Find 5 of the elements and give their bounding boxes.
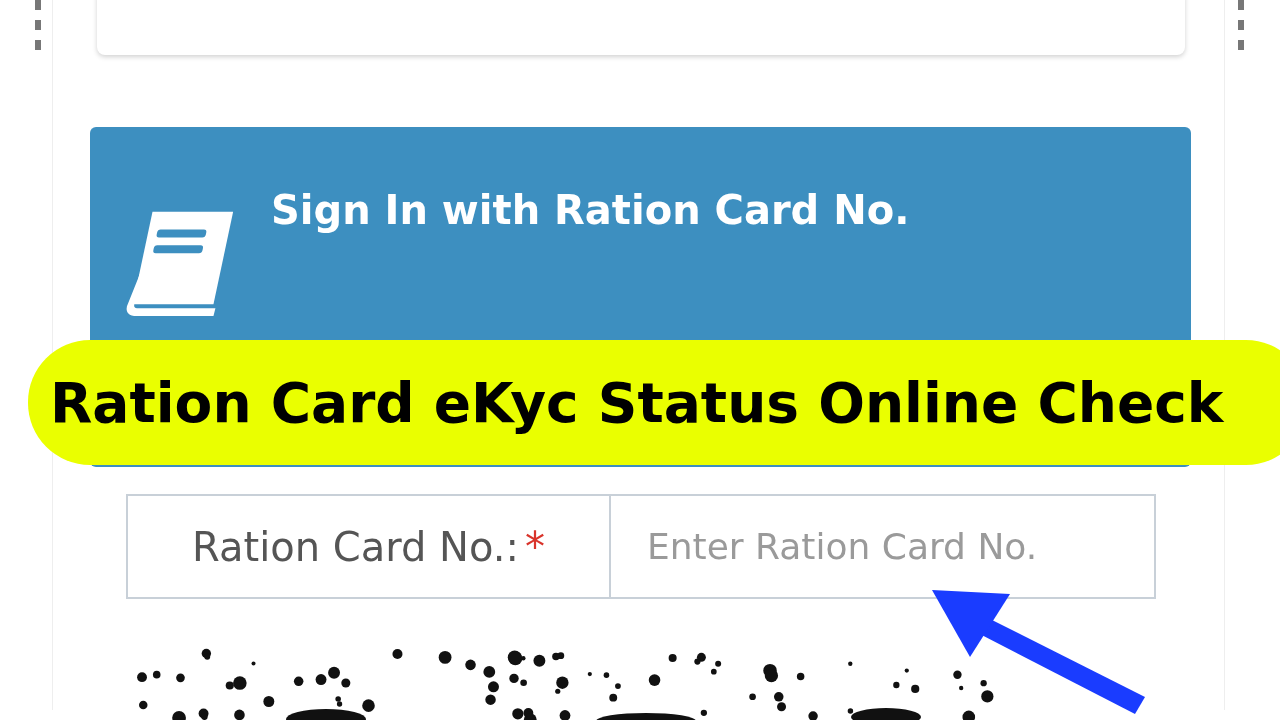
required-mark: * — [524, 523, 545, 570]
title-banner: Ration Card eKyc Status Online Check — [28, 340, 1280, 465]
panel-title: Sign In with Ration Card No. — [271, 187, 910, 233]
ration-card-input[interactable]: Enter Ration Card No. — [609, 494, 1156, 599]
field-label: Ration Card No.:* — [126, 494, 609, 599]
